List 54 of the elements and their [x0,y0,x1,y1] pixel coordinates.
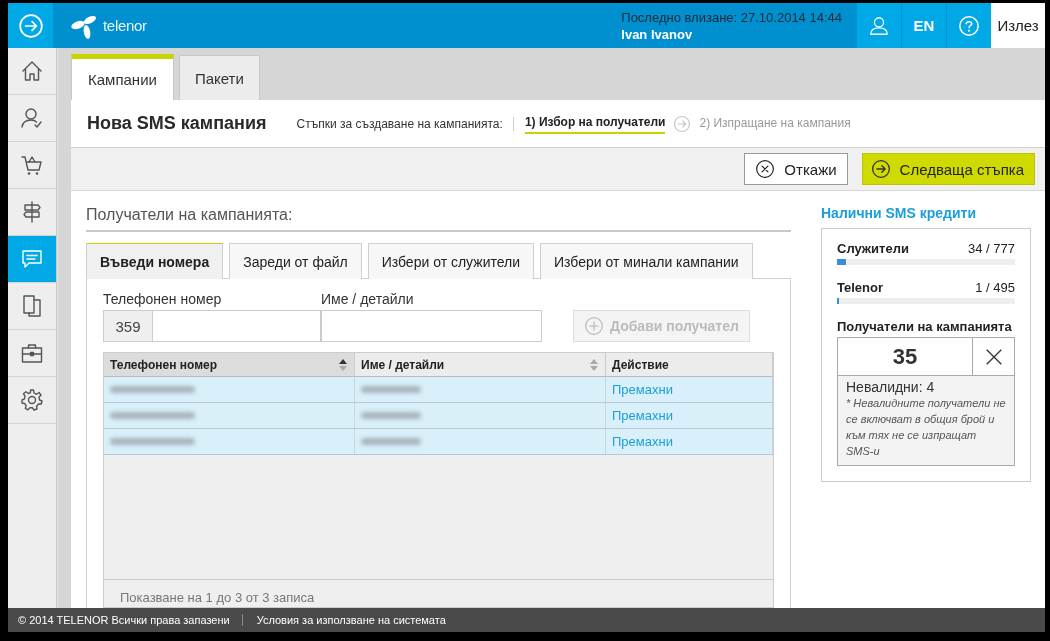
next-step-button[interactable]: Следваща стъпка [861,153,1035,185]
step-item: 2) Изпращане на кампания [699,115,851,132]
records-info: Показване на 1 до 3 от 3 записа [104,579,773,607]
user-name: Ivan Ivanov [621,25,694,43]
terms-link[interactable]: Условия за използване на системата [256,614,446,626]
meter-reading: 34 / 777 [968,241,1015,256]
column-header[interactable]: Действие [606,353,773,377]
briefcase-icon [20,341,44,365]
documents-icon [20,294,44,318]
blurred-text [361,438,421,445]
recipients-count: 35 [891,342,919,371]
meter-label: Telenor [837,280,883,295]
tab[interactable]: Избери от служители [367,243,534,279]
field-label: Телефонен номер [103,291,223,307]
recipients-label: Получатели на кампанията [837,319,1013,334]
meter-label: Служители [837,241,909,256]
help-icon [958,14,980,37]
field-label: Име / детайли [321,291,414,307]
name-field[interactable] [321,310,542,342]
blurred-text [361,386,421,393]
home-icon [20,59,44,83]
last-login-text: Последно влизане: 27.10.2014 14:44 [621,8,842,26]
person-icon [868,14,890,37]
logo-text: telenor [103,17,147,34]
credits-title: Налични SMS кредити [821,205,977,221]
invalid-count: Невалидни: 4 [846,379,936,395]
column-header[interactable]: Име / детайли [355,353,606,377]
tab[interactable]: Кампании [71,54,174,100]
cart-icon [20,153,44,177]
invalid-note: * Невалидните получатели не се включват в общия брой и към тях не се изпращат SMS-и [846,396,1006,459]
expand-button[interactable] [8,3,53,48]
settings-icon [20,388,44,412]
tab[interactable]: Избери от минали кампании [540,243,753,279]
help-button[interactable] [946,3,991,48]
steps-label: Стъпки за създаване на кампанията: [296,116,514,131]
phone-field[interactable] [153,310,321,342]
tab[interactable]: Въведи номера [86,243,224,279]
country-prefix: 359 [103,310,153,342]
meter-reading: 1 / 495 [975,280,1015,295]
page-title: Нова SMS кампания [87,113,267,134]
section-title: Получатели на кампанията: [86,191,791,232]
signpost-icon [20,200,44,224]
step-item: 1) Избор на получатели [524,113,666,134]
logout-button[interactable]: Излез [991,3,1045,48]
blurred-text [361,412,421,419]
tab[interactable]: Пакети [178,55,260,100]
profile-button[interactable] [856,3,901,48]
user-check-icon [20,106,44,130]
plus-icon [584,316,604,336]
tab[interactable]: Зареди от файл [229,243,362,279]
column-header[interactable]: Телефонен номер [104,353,355,377]
copyright-text: © 2014 TELENOR Всички права запазени [18,614,243,626]
close-icon [755,159,776,179]
cancel-button[interactable]: Откажи [744,153,848,185]
